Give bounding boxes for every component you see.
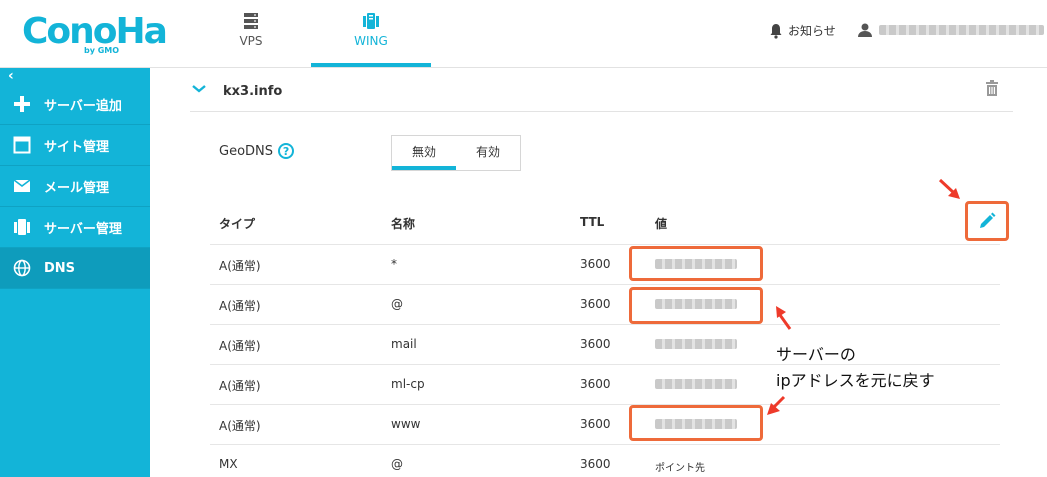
- chevron-down-icon[interactable]: [192, 84, 206, 94]
- sidebar-item-dns[interactable]: DNS: [0, 248, 150, 289]
- record-type: A(通常): [219, 339, 261, 353]
- notice-label: お知らせ: [788, 24, 836, 38]
- record-value-redacted: [655, 379, 737, 389]
- record-name: mail: [391, 337, 417, 351]
- sidebar-item-server-management[interactable]: サーバー管理: [0, 207, 150, 248]
- record-name: *: [391, 257, 397, 271]
- plus-icon: [12, 94, 32, 114]
- row-divider: [210, 284, 1000, 285]
- server-icon: [12, 217, 32, 237]
- sidebar-item-label: DNS: [44, 260, 76, 276]
- row-divider: [210, 324, 1000, 325]
- sidebar-item-label: サーバー追加: [44, 98, 122, 114]
- notice-link[interactable]: お知らせ: [768, 22, 836, 39]
- user-email-redacted: [879, 25, 1044, 35]
- sidebar: ‹ サーバー追加 サイト管理 メール管理 サーバー管理 DNS: [0, 68, 150, 477]
- geodns-label: GeoDNS ?: [219, 143, 295, 159]
- column-header-value: 値: [655, 217, 668, 231]
- domain-row: kx3.info: [190, 70, 1013, 112]
- record-type: A(通常): [219, 299, 261, 313]
- sidebar-item-site-management[interactable]: サイト管理: [0, 125, 150, 166]
- annotation-note: サーバーの ipアドレスを元に戻す: [776, 342, 935, 394]
- column-header-name: 名称: [391, 217, 416, 231]
- record-name: www: [391, 417, 421, 431]
- column-header-ttl: TTL: [580, 215, 605, 229]
- record-value-redacted: [655, 339, 737, 349]
- row-divider: [210, 244, 1000, 245]
- record-name: @: [391, 457, 403, 471]
- record-ttl: 3600: [580, 417, 611, 431]
- arrow-icon: [938, 178, 960, 199]
- trash-icon[interactable]: [985, 80, 999, 96]
- tab-vps-label: VPS: [239, 34, 263, 48]
- bell-icon: [770, 23, 782, 39]
- geodns-option-disabled[interactable]: 無効: [392, 136, 456, 170]
- tab-wing-label: WING: [354, 34, 388, 48]
- sidebar-item-label: サイト管理: [44, 139, 110, 155]
- conoha-logo[interactable]: ConoHa by GMO: [22, 12, 168, 60]
- sidebar-item-label: メール管理: [44, 180, 110, 196]
- pencil-icon: [980, 212, 996, 228]
- sidebar-item-mail-management[interactable]: メール管理: [0, 166, 150, 207]
- record-ttl: 3600: [580, 457, 611, 471]
- sidebar-item-label: サーバー管理: [44, 221, 122, 237]
- record-name: @: [391, 297, 403, 311]
- domain-name: kx3.info: [223, 84, 283, 99]
- record-ttl: 3600: [580, 337, 611, 351]
- geodns-option-enabled[interactable]: 有効: [456, 136, 520, 170]
- window-icon: [12, 135, 32, 155]
- record-value: ポイント先: [655, 463, 705, 474]
- tab-vps[interactable]: VPS: [191, 0, 311, 67]
- user-menu[interactable]: [857, 22, 1044, 38]
- geodns-text: GeoDNS: [219, 143, 274, 159]
- arrow-icon: [776, 306, 792, 330]
- sidebar-item-add-server[interactable]: サーバー追加: [0, 84, 150, 125]
- highlight-box: [629, 405, 763, 441]
- annotation-line: サーバーの: [776, 345, 856, 364]
- mail-icon: [12, 176, 32, 196]
- record-type: A(通常): [219, 379, 261, 393]
- row-divider: [210, 404, 1000, 405]
- edit-records-button[interactable]: [965, 201, 1009, 241]
- user-icon: [858, 23, 872, 37]
- record-ttl: 3600: [580, 257, 611, 271]
- chevron-left-icon[interactable]: ‹: [0, 68, 150, 84]
- highlight-box: [629, 287, 763, 324]
- record-name: ml-cp: [391, 377, 425, 391]
- globe-icon: [12, 258, 32, 278]
- row-divider: [210, 444, 1000, 445]
- tab-wing[interactable]: WING: [311, 0, 431, 67]
- record-type: A(通常): [219, 419, 261, 433]
- column-header-type: タイプ: [219, 217, 256, 231]
- highlight-box: [629, 246, 763, 281]
- geodns-toggle: 無効 有効: [391, 135, 521, 171]
- record-type: A(通常): [219, 259, 261, 273]
- record-ttl: 3600: [580, 297, 611, 311]
- logo-sub: by GMO: [84, 46, 120, 55]
- annotation-line: ipアドレスを元に戻す: [776, 371, 935, 390]
- server-stack-icon: [244, 13, 258, 29]
- wing-server-icon: [363, 13, 379, 29]
- arrow-icon: [767, 395, 786, 415]
- record-type: MX: [219, 457, 238, 471]
- record-ttl: 3600: [580, 377, 611, 391]
- help-icon[interactable]: ?: [278, 143, 295, 159]
- top-header: ConoHa by GMO VPS WING お知らせ: [0, 0, 1047, 68]
